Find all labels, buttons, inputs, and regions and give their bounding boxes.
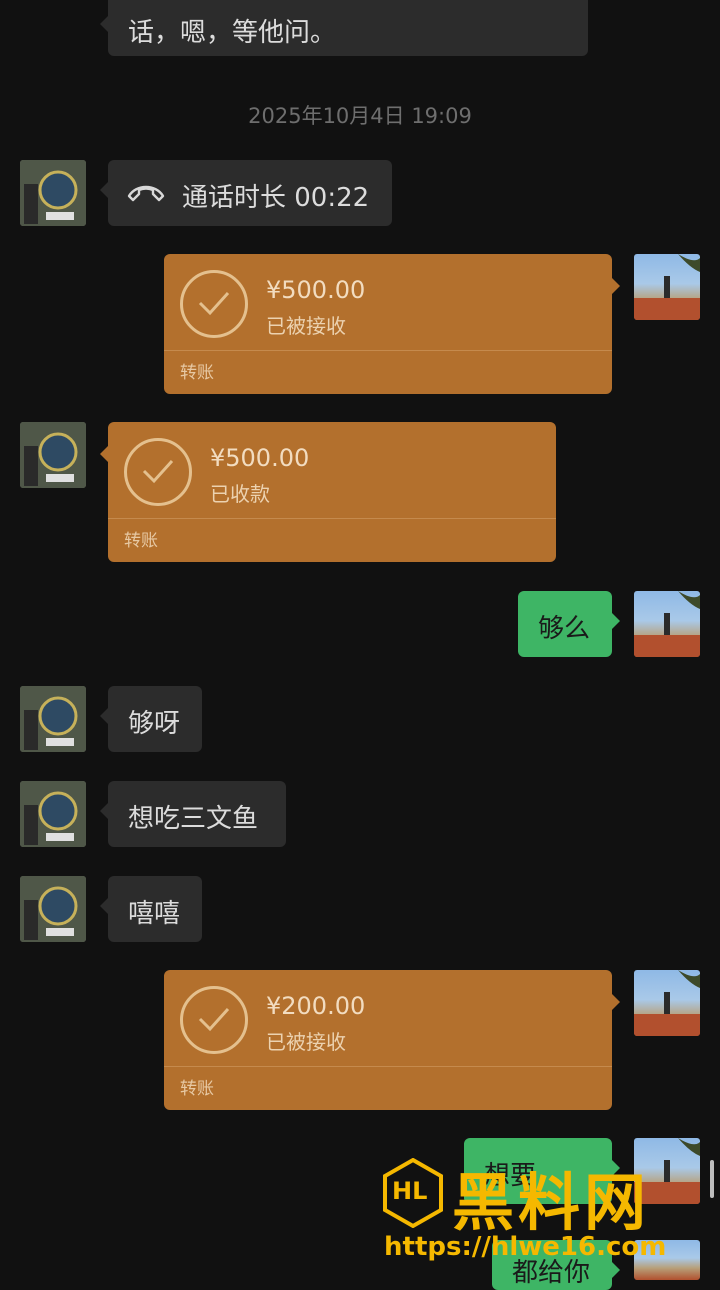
contact-avatar[interactable] xyxy=(20,686,86,752)
message-text: 嘻嘻 xyxy=(128,899,181,929)
transfer-divider xyxy=(164,1066,612,1067)
message-text: 够么 xyxy=(538,614,591,644)
contact-avatar[interactable] xyxy=(20,781,86,847)
chat-timestamp: 2025年10月4日 19:09 xyxy=(248,104,472,128)
message-text: 想吃三文鱼 xyxy=(128,804,259,834)
check-circle-icon xyxy=(180,270,248,338)
transfer-amount: ¥500.00 xyxy=(266,276,366,304)
transfer-status: 已被接收 xyxy=(266,1030,346,1054)
message-bubble-incoming[interactable]: 嘻嘻 xyxy=(100,876,202,942)
contact-avatar[interactable] xyxy=(20,422,86,488)
watermark-url: https://hlwe16.com xyxy=(384,1232,667,1262)
contact-avatar[interactable] xyxy=(20,160,86,226)
transfer-label: 转账 xyxy=(124,531,158,551)
check-circle-icon xyxy=(180,986,248,1054)
transfer-amount: ¥200.00 xyxy=(266,992,366,1020)
watermark-logo-icon: HL xyxy=(382,1157,444,1229)
transfer-status: 已收款 xyxy=(210,482,270,506)
message-bubble-outgoing[interactable]: 够么 xyxy=(518,591,620,657)
message-text: 话，嗯，等他问。 xyxy=(128,18,337,48)
transfer-status: 已被接收 xyxy=(266,314,346,338)
watermark-title: 黑料网 xyxy=(452,1166,651,1239)
transfer-card[interactable]: ¥200.00 已被接收 转账 xyxy=(164,970,620,1110)
message-bubble-incoming[interactable]: 想吃三文鱼 xyxy=(100,781,286,847)
check-circle-icon xyxy=(124,438,192,506)
call-duration-bubble[interactable]: 通话时长 00:22 xyxy=(100,160,392,226)
transfer-label: 转账 xyxy=(180,363,214,383)
message-text: 够呀 xyxy=(128,709,181,739)
my-avatar[interactable] xyxy=(634,970,700,1036)
contact-avatar[interactable] xyxy=(20,876,86,942)
transfer-label: 转账 xyxy=(180,1079,214,1099)
transfer-amount: ¥500.00 xyxy=(210,444,310,472)
watermark-logo-text: HL xyxy=(392,1177,428,1205)
transfer-card[interactable]: ¥500.00 已收款 转账 xyxy=(100,422,556,562)
message-bubble-partial[interactable]: 话，嗯，等他问。 xyxy=(100,0,588,56)
message-bubble-incoming[interactable]: 够呀 xyxy=(100,686,202,752)
scrollbar[interactable] xyxy=(710,1160,714,1198)
call-duration-label: 通话时长 00:22 xyxy=(182,183,370,213)
transfer-card[interactable]: ¥500.00 已被接收 转账 xyxy=(164,254,620,394)
transfer-divider xyxy=(164,350,612,351)
phone-hangup-icon xyxy=(126,180,166,211)
transfer-divider xyxy=(108,518,556,519)
my-avatar[interactable] xyxy=(634,591,700,657)
my-avatar[interactable] xyxy=(634,254,700,320)
